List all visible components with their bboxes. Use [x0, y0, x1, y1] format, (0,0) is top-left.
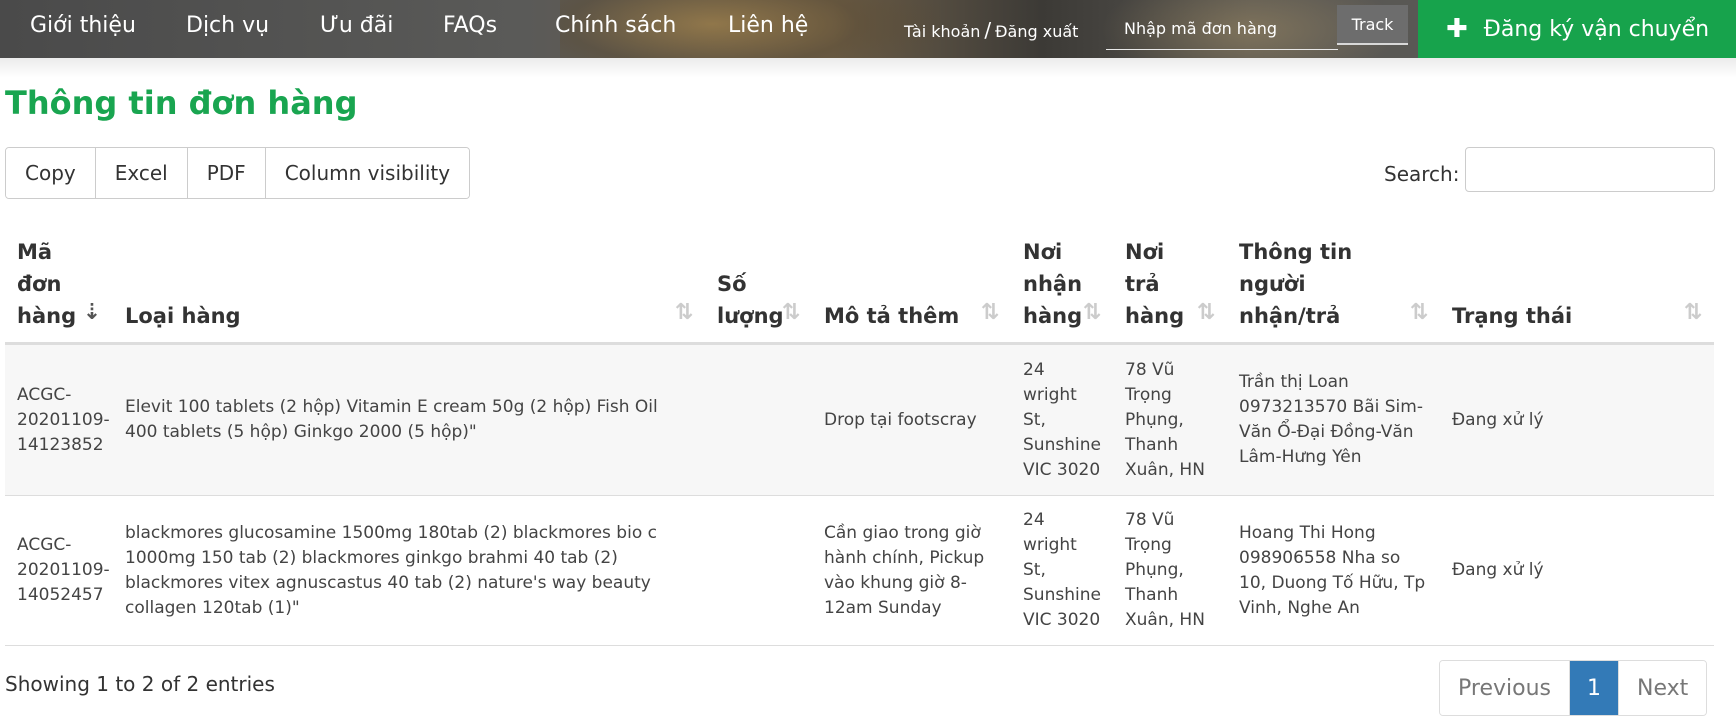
column-header-label: Số lượng	[717, 272, 784, 328]
pdf-button[interactable]: PDF	[187, 148, 266, 198]
account-links: Tài khoản / Đăng xuất	[904, 18, 1078, 42]
nav-item-faqs[interactable]: FAQs	[443, 13, 497, 38]
table-row: ACGC-20201109-14123852 Elevit 100 tablet…	[5, 343, 1714, 496]
column-header-label: Nơi trả hàng	[1125, 240, 1185, 328]
navbar-shadow	[0, 58, 1736, 78]
column-header-quantity[interactable]: Số lượng ⇅	[705, 228, 812, 345]
column-header-dropoff[interactable]: Nơi trả hàng ⇅	[1113, 228, 1227, 345]
column-header-recipient[interactable]: Thông tin người nhận/trả ⇅	[1227, 228, 1440, 345]
sort-icon: ⇅	[781, 300, 801, 325]
table-info: Showing 1 to 2 of 2 entries	[5, 672, 275, 696]
cell-order-id: ACGC-20201109-14123852	[5, 343, 113, 496]
track-order-input[interactable]	[1106, 8, 1338, 50]
cell-dropoff: 78 Vũ Trọng Phụng, Thanh Xuân, HN	[1113, 343, 1227, 496]
column-header-label: Mô tả thêm	[824, 304, 960, 328]
page-title: Thông tin đơn hàng	[5, 84, 358, 122]
register-shipping-label: Đăng ký vận chuyển	[1483, 16, 1710, 42]
sort-icon: ⇅	[1409, 300, 1429, 325]
cell-note: Drop tại footscray	[812, 343, 1011, 496]
excel-button[interactable]: Excel	[95, 148, 188, 198]
column-header-label: Thông tin người nhận/trả	[1239, 240, 1353, 328]
sort-icon: ⇅	[980, 300, 1000, 325]
sort-icon: ⇅	[1683, 300, 1703, 325]
column-header-goods[interactable]: Loại hàng ⇅	[113, 228, 705, 345]
cell-status: Đang xử lý	[1440, 495, 1714, 646]
copy-button[interactable]: Copy	[6, 148, 96, 198]
column-header-label: Mã đơn hàng	[17, 240, 77, 328]
nav-item-dich-vu[interactable]: Dịch vụ	[186, 13, 269, 38]
column-header-status[interactable]: Trạng thái ⇅	[1440, 228, 1714, 345]
nav-item-chinh-sach[interactable]: Chính sách	[555, 13, 676, 38]
next-page-button[interactable]: Next	[1618, 661, 1707, 715]
cell-quantity	[705, 495, 812, 646]
column-header-label: Nơi nhận hàng	[1023, 240, 1083, 328]
cell-note: Cần giao trong giờ hành chính, Pickup và…	[812, 495, 1011, 646]
account-separator: /	[984, 18, 992, 42]
column-header-note[interactable]: Mô tả thêm ⇅	[812, 228, 1011, 345]
logout-link[interactable]: Đăng xuất	[995, 22, 1078, 41]
table-header-row: Mã đơn hàng ⇣ Loại hàng ⇅ Số lượng ⇅ Mô …	[5, 228, 1714, 345]
page-1-button[interactable]: 1	[1569, 661, 1619, 715]
column-header-label: Loại hàng	[125, 304, 241, 328]
account-link[interactable]: Tài khoản	[904, 22, 980, 41]
cell-pickup: 24 wright St, Sunshine VIC 3020	[1011, 343, 1113, 496]
track-button[interactable]: Track	[1337, 5, 1408, 45]
column-header-label: Trạng thái	[1452, 304, 1573, 328]
cell-quantity	[705, 343, 812, 496]
sort-icon: ⇅	[1082, 300, 1102, 325]
column-visibility-button[interactable]: Column visibility	[265, 148, 470, 198]
column-header-order-id[interactable]: Mã đơn hàng ⇣	[5, 228, 113, 345]
cell-dropoff: 78 Vũ Trọng Phụng, Thanh Xuân, HN	[1113, 495, 1227, 646]
cell-status: Đang xử lý	[1440, 343, 1714, 496]
cell-goods: blackmores glucosamine 1500mg 180tab (2)…	[113, 495, 705, 646]
register-shipping-button[interactable]: ✚ Đăng ký vận chuyển	[1418, 0, 1736, 58]
nav-item-uu-dai[interactable]: Ưu đãi	[320, 13, 393, 38]
sort-icon: ⇅	[1196, 300, 1216, 325]
nav-item-lien-he[interactable]: Liên hệ	[728, 13, 808, 38]
cell-goods: Elevit 100 tablets (2 hộp) Vitamin E cre…	[113, 343, 705, 496]
nav-item-gioi-thieu[interactable]: Giới thiệu	[30, 13, 136, 38]
search-input[interactable]	[1465, 147, 1715, 192]
previous-page-button[interactable]: Previous	[1440, 661, 1570, 715]
pagination: Previous 1 Next	[1439, 660, 1708, 716]
cell-pickup: 24 wright St, Sunshine VIC 3020	[1011, 495, 1113, 646]
sort-icon: ⇅	[674, 300, 694, 325]
table-row: ACGC-20201109-14052457 blackmores glucos…	[5, 495, 1714, 646]
search-label: Search:	[1384, 162, 1460, 186]
cell-recipient: Hoang Thi Hong 098906558 Nha so 10, Duon…	[1227, 495, 1440, 646]
orders-table: Mã đơn hàng ⇣ Loại hàng ⇅ Số lượng ⇅ Mô …	[5, 228, 1714, 646]
plus-icon: ✚	[1446, 14, 1468, 44]
column-header-pickup[interactable]: Nơi nhận hàng ⇅	[1011, 228, 1113, 345]
cell-order-id: ACGC-20201109-14052457	[5, 495, 113, 646]
cell-recipient: Trần thị Loan 0973213570 Bãi Sim-Văn Ổ-Đ…	[1227, 343, 1440, 496]
export-button-group: Copy Excel PDF Column visibility	[5, 147, 471, 199]
sorted-desc-icon: ⇣	[82, 300, 102, 325]
